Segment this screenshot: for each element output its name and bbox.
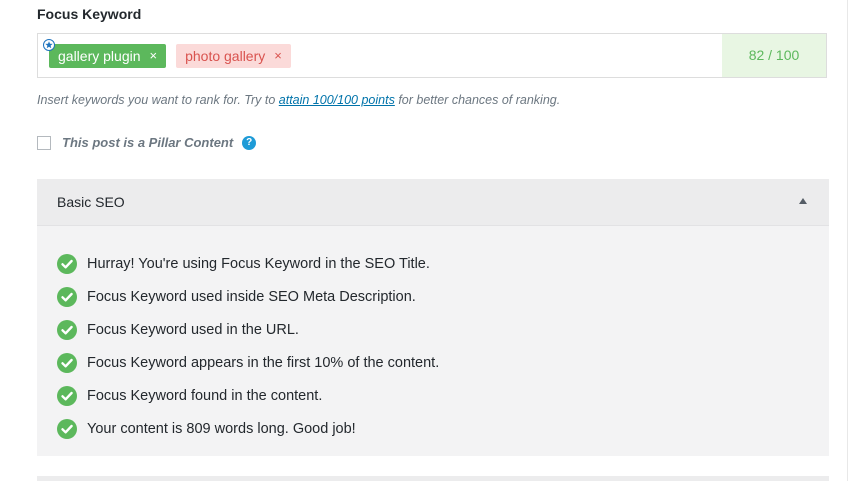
focus-keyword-input[interactable]: gallery plugin × photo gallery × 82 / 10…: [37, 33, 827, 78]
check-circle-icon: [57, 352, 77, 373]
right-border: [847, 0, 848, 481]
next-panel-header[interactable]: [37, 476, 829, 481]
list-item: Hurray! You're using Focus Keyword in th…: [57, 247, 439, 280]
check-circle-icon: [57, 253, 77, 274]
list-item: Focus Keyword used in the URL.: [57, 313, 439, 346]
seo-score-badge: 82 / 100: [722, 34, 826, 77]
check-text: Focus Keyword used inside SEO Meta Descr…: [87, 288, 416, 305]
check-circle-icon: [57, 385, 77, 406]
list-item: Your content is 809 words long. Good job…: [57, 412, 439, 445]
check-circle-icon: [57, 286, 77, 307]
attain-points-link[interactable]: attain 100/100 points: [279, 93, 395, 107]
hint-text-before: Insert keywords you want to rank for. Tr…: [37, 93, 279, 107]
pillar-content-label[interactable]: This post is a Pillar Content: [62, 135, 233, 150]
keyword-tag-label: photo gallery: [185, 48, 266, 64]
check-circle-icon: [57, 418, 77, 439]
pillar-content-checkbox[interactable]: [37, 135, 51, 150]
hint-text-after: for better chances of ranking.: [394, 93, 561, 107]
keyword-tag-primary[interactable]: gallery plugin ×: [43, 39, 167, 68]
basic-seo-title: Basic SEO: [57, 194, 125, 210]
keyword-tags: gallery plugin × photo gallery ×: [43, 39, 291, 68]
list-item: Focus Keyword used inside SEO Meta Descr…: [57, 280, 439, 313]
check-text: Focus Keyword used in the URL.: [87, 321, 299, 338]
focus-keyword-hint: Insert keywords you want to rank for. Tr…: [37, 93, 560, 107]
basic-seo-header[interactable]: Basic SEO: [37, 179, 829, 226]
check-text: Focus Keyword appears in the first 10% o…: [87, 354, 440, 371]
list-item: Focus Keyword appears in the first 10% o…: [57, 346, 439, 379]
seo-checks-list: Hurray! You're using Focus Keyword in th…: [57, 247, 439, 445]
caret-up-icon[interactable]: [799, 198, 807, 204]
focus-keyword-title: Focus Keyword: [37, 6, 142, 22]
check-text: Hurray! You're using Focus Keyword in th…: [87, 255, 430, 272]
check-circle-icon: [57, 319, 77, 340]
list-item: Focus Keyword found in the content.: [57, 379, 439, 412]
remove-keyword-button[interactable]: ×: [274, 44, 282, 68]
check-text: Your content is 809 words long. Good job…: [87, 420, 356, 437]
basic-seo-panel: Basic SEO Hurray! You're using Focus Key…: [37, 179, 829, 456]
remove-keyword-button[interactable]: ×: [150, 44, 158, 68]
keyword-tag-label: gallery plugin: [58, 48, 141, 64]
keyword-tag-secondary[interactable]: photo gallery ×: [176, 44, 291, 68]
help-circle-icon[interactable]: ?: [242, 135, 257, 150]
pillar-content-option: This post is a Pillar Content ?: [37, 135, 257, 150]
rank-math-seo-box: Focus Keyword gallery plugin × photo gal…: [0, 0, 863, 481]
star-badge-icon: [43, 39, 55, 51]
check-text: Focus Keyword found in the content.: [87, 387, 323, 404]
